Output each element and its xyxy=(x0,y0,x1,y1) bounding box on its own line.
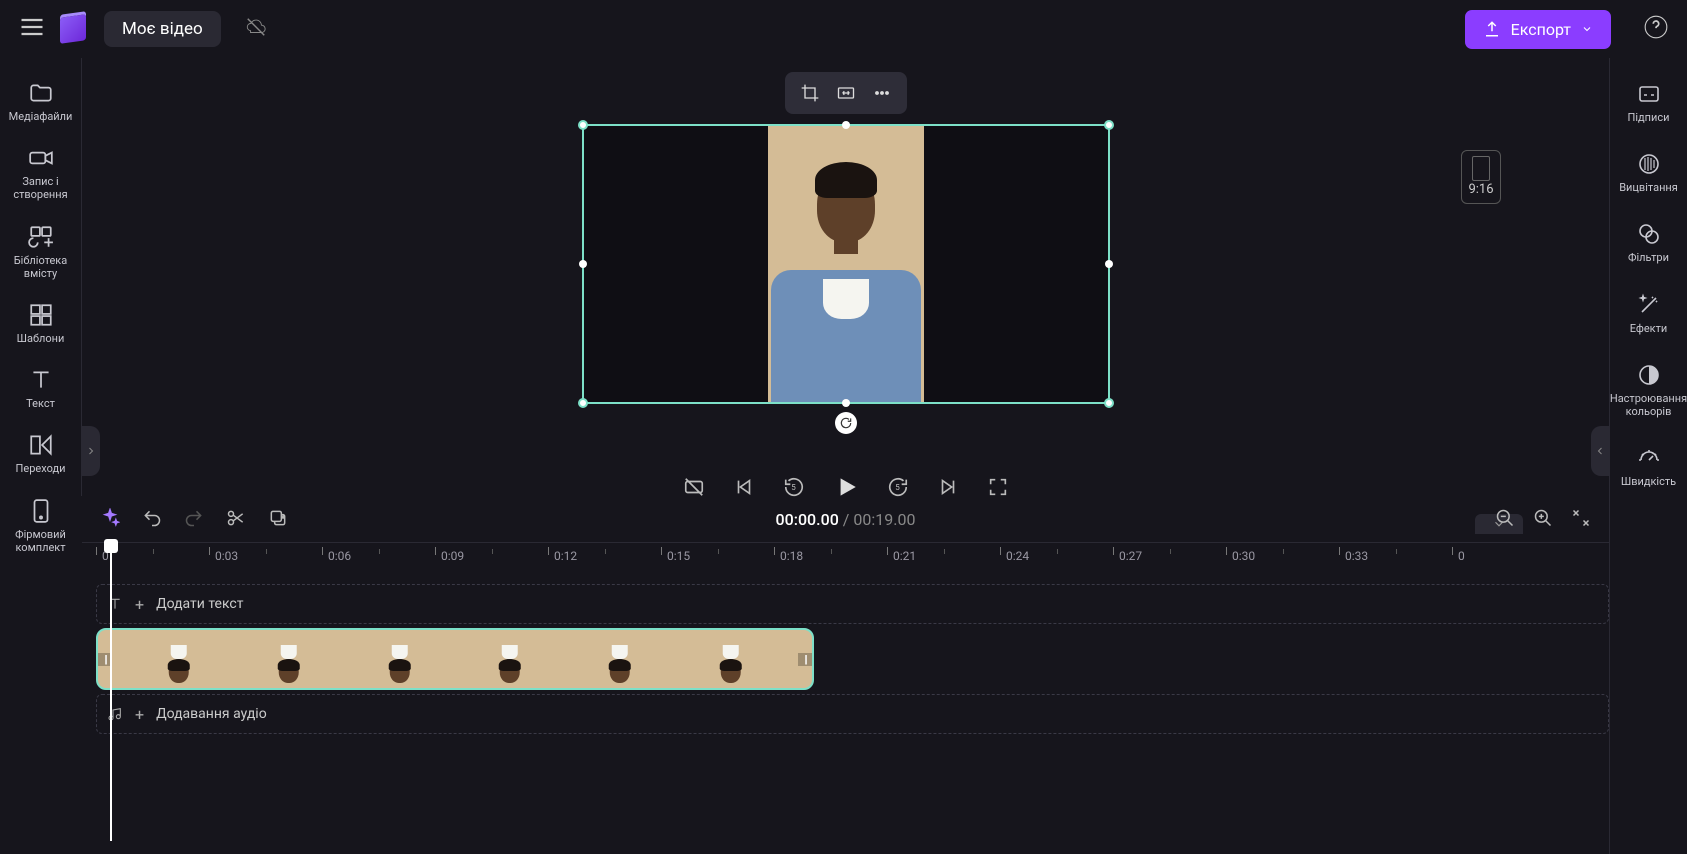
sidebar-item-record[interactable]: Запис і створення xyxy=(0,137,81,209)
zoom-out-button[interactable] xyxy=(1495,508,1515,532)
split-button[interactable] xyxy=(226,508,246,532)
plus-icon: + xyxy=(135,705,144,724)
ruler-tick-minor xyxy=(1057,549,1058,554)
preview-area: 9:16 xyxy=(82,58,1609,496)
selection-frame[interactable] xyxy=(582,124,1110,404)
skip-to-end-button[interactable] xyxy=(937,476,959,498)
resize-handle-lm[interactable] xyxy=(579,260,587,268)
duplicate-button[interactable] xyxy=(268,508,288,532)
app-logo-icon xyxy=(60,14,86,44)
resize-handle-br[interactable] xyxy=(1104,398,1114,408)
timeline-ruler[interactable]: 00:030:060:090:120:150:180:210:240:270:3… xyxy=(82,542,1609,576)
video-track-clip[interactable]: || || xyxy=(96,628,814,690)
sidebar-item-media[interactable]: Медіафайли xyxy=(0,72,81,131)
ruler-tick-minor xyxy=(605,549,606,554)
ruler-tick-minor xyxy=(379,549,380,554)
sidebar-item-brandkit[interactable]: Фірмовий комплект xyxy=(0,490,81,562)
zoom-fit-button[interactable] xyxy=(1571,508,1591,532)
skip-to-start-button[interactable] xyxy=(733,476,755,498)
hide-overlay-button[interactable] xyxy=(683,476,705,498)
ruler-tick-minor xyxy=(944,549,945,554)
playhead[interactable] xyxy=(110,541,112,841)
text-track-placeholder[interactable]: + Додати текст xyxy=(96,584,1609,624)
ruler-tick-minor xyxy=(831,549,832,554)
resize-handle-tm[interactable] xyxy=(842,121,850,129)
sidebar-item-captions[interactable]: Підписи xyxy=(1610,76,1687,130)
resize-handle-bm[interactable] xyxy=(842,399,850,407)
aspect-ratio-button[interactable]: 9:16 xyxy=(1461,150,1501,204)
timecode-display: 00:00.00/00:19.00 xyxy=(776,510,916,529)
sidebar-item-fade[interactable]: Вицвітання xyxy=(1610,146,1687,200)
rewind-5-button[interactable]: 5 xyxy=(783,476,805,498)
sidebar-item-library[interactable]: Бібліотека вмісту xyxy=(0,216,81,288)
timeline-toolbar: 00:00.00/00:19.00 xyxy=(82,496,1609,542)
redo-button[interactable] xyxy=(184,508,204,532)
resize-handle-rm[interactable] xyxy=(1105,260,1113,268)
fit-button[interactable] xyxy=(831,80,861,106)
resize-handle-tl[interactable] xyxy=(578,120,588,130)
more-options-button[interactable] xyxy=(867,80,897,106)
help-button[interactable] xyxy=(1643,14,1669,44)
preview-toolbar xyxy=(785,72,907,114)
preview-canvas[interactable] xyxy=(582,124,1110,404)
ruler-tick-minor xyxy=(1283,549,1284,554)
project-title-input[interactable]: Моє відео xyxy=(104,11,221,47)
sidebar-item-speed[interactable]: Швидкість xyxy=(1610,440,1687,494)
clip-trim-right[interactable]: || xyxy=(798,653,812,666)
resize-handle-tr[interactable] xyxy=(1104,120,1114,130)
ruler-tick-minor xyxy=(1170,549,1171,554)
sidebar-item-templates[interactable]: Шаблони xyxy=(0,294,81,353)
top-bar: Моє відео Експорт xyxy=(0,0,1687,58)
undo-button[interactable] xyxy=(142,508,162,532)
audio-track-placeholder[interactable]: + Додавання аудіо xyxy=(96,694,1609,734)
zoom-in-button[interactable] xyxy=(1533,508,1553,532)
ruler-tick-minor xyxy=(492,549,493,554)
rotate-handle[interactable] xyxy=(835,412,857,434)
cloud-sync-off-icon[interactable] xyxy=(245,16,267,42)
ruler-tick-minor xyxy=(266,549,267,554)
fullscreen-button[interactable] xyxy=(987,476,1009,498)
forward-5-button[interactable]: 5 xyxy=(887,476,909,498)
timeline-tracks: + Додати текст || || + Додавання аудіо xyxy=(82,576,1609,738)
export-label: Експорт xyxy=(1511,20,1571,39)
right-panel-expand-button[interactable] xyxy=(1591,426,1609,476)
export-button[interactable]: Експорт xyxy=(1465,10,1611,49)
right-sidebar: Підписи Вицвітання Фільтри Ефекти Настро… xyxy=(1609,58,1687,854)
resize-handle-bl[interactable] xyxy=(578,398,588,408)
sidebar-item-text[interactable]: Текст xyxy=(0,359,81,418)
crop-button[interactable] xyxy=(795,80,825,106)
plus-icon: + xyxy=(135,595,144,614)
ruler-tick-minor xyxy=(1396,549,1397,554)
menu-button[interactable] xyxy=(18,13,46,45)
left-sidebar: Медіафайли Запис і створення Бібліотека … xyxy=(0,58,82,496)
ai-tools-button[interactable] xyxy=(100,508,120,532)
sidebar-item-filters[interactable]: Фільтри xyxy=(1610,216,1687,270)
ruler-tick-minor xyxy=(718,549,719,554)
timeline-section: 00:00.00/00:19.00 00:030:060:090:120:150… xyxy=(0,496,1687,738)
sidebar-item-transitions[interactable]: Переходи xyxy=(0,424,81,483)
sidebar-item-effects[interactable]: Ефекти xyxy=(1610,287,1687,341)
ruler-tick-minor xyxy=(153,549,154,554)
sidebar-item-color[interactable]: Настроювання кольорів xyxy=(1610,357,1687,424)
